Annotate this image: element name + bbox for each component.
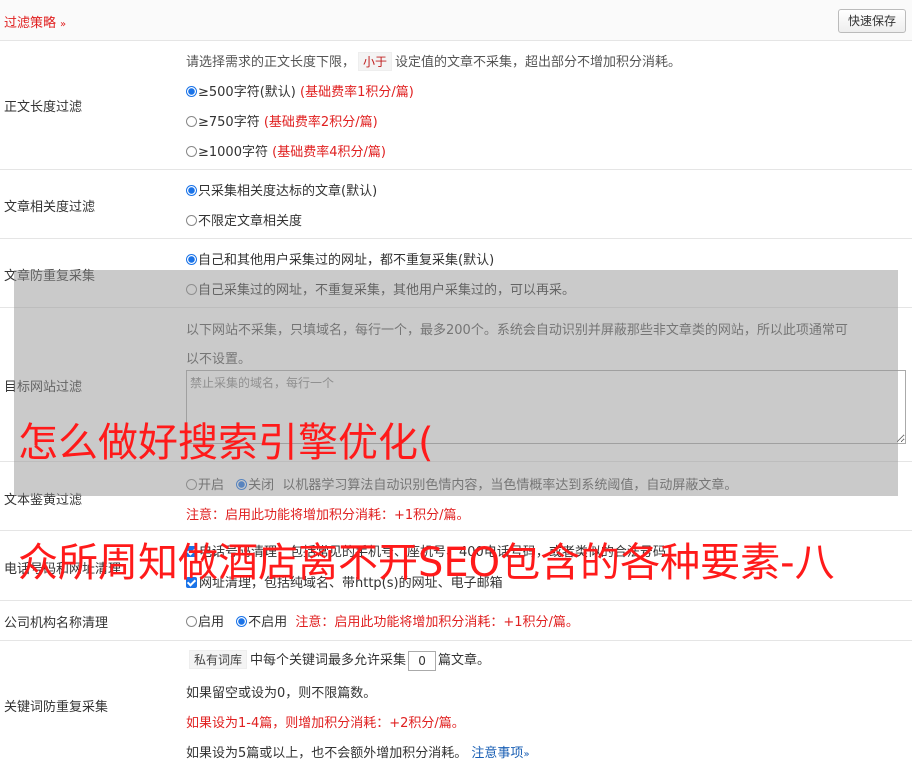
radio-checked-icon[interactable] bbox=[236, 616, 248, 627]
keyword-dup-line4: 如果设为5篇或以上，也不会额外增加积分消耗。 注意事项» bbox=[186, 746, 530, 761]
filter-strategy-header: 过滤策略» 快速保存 bbox=[0, 0, 912, 41]
org-on-option[interactable]: 启用 bbox=[186, 615, 224, 630]
relevance-option-any[interactable]: 不限定文章相关度 bbox=[186, 210, 302, 229]
relevance-option-strict[interactable]: 只采集相关度达标的文章(默认) bbox=[186, 180, 377, 199]
org-off-option[interactable]: 不启用 bbox=[236, 615, 287, 630]
radio-checked-icon[interactable] bbox=[186, 86, 197, 97]
less-than-tag: 小于 bbox=[358, 52, 393, 71]
length-option-500[interactable]: ≥500字符(默认) (基础费率1积分/篇) bbox=[186, 81, 414, 100]
radio-checked-icon[interactable] bbox=[186, 185, 197, 196]
private-lexicon-tag[interactable]: 私有词库 bbox=[189, 650, 248, 669]
dup-option-all[interactable]: 自己和其他用户采集过的网址，都不重复采集(默认) bbox=[186, 249, 494, 268]
section-title[interactable]: 过滤策略» bbox=[4, 12, 66, 31]
relevance-filter-row: 文章相关度过滤 只采集相关度达标的文章(默认) 不限定文章相关度 bbox=[0, 170, 912, 239]
org-clean-options: 启用 不启用 注意：启用此功能将增加积分消耗：+1积分/篇。 bbox=[186, 611, 579, 630]
keyword-dup-row: 关键词防重复采集 私有词库 中每个关键词最多允许采集 0 篇文章。 如果留空或设为0，… bbox=[0, 641, 912, 768]
length-filter-desc: 请选择需求的正文长度下限， 小于 设定值的文章不采集，超出部分不增加积分消耗。 bbox=[186, 51, 681, 71]
chevron-down-icon: » bbox=[523, 749, 530, 760]
relevance-filter-label: 文章相关度过滤 bbox=[4, 200, 96, 215]
radio-unchecked-icon[interactable] bbox=[186, 215, 197, 226]
keyword-dup-label: 关键词防重复采集 bbox=[4, 700, 109, 715]
keyword-dup-line2: 如果留空或设为0，则不限篇数。 bbox=[186, 686, 377, 701]
chevron-down-icon: » bbox=[60, 19, 67, 30]
porn-filter-note: 注意：启用此功能将增加积分消耗：+1积分/篇。 bbox=[186, 508, 470, 523]
org-clean-row: 公司机构名称清理 启用 不启用 注意：启用此功能将增加积分消耗：+1积分/篇。 bbox=[0, 601, 912, 641]
length-option-1000[interactable]: ≥1000字符 (基础费率4积分/篇) bbox=[186, 141, 386, 160]
keyword-dup-line1: 私有词库 中每个关键词最多允许采集 0 篇文章。 bbox=[186, 649, 490, 671]
max-articles-input[interactable]: 0 bbox=[408, 650, 437, 671]
length-option-750[interactable]: ≥750字符 (基础费率2积分/篇) bbox=[186, 111, 378, 130]
length-filter-row: 正文长度过滤 请选择需求的正文长度下限， 小于 设定值的文章不采集，超出部分不增加积… bbox=[0, 41, 912, 170]
quick-save-button[interactable]: 快速保存 bbox=[837, 9, 906, 33]
radio-unchecked-icon[interactable] bbox=[186, 116, 197, 127]
overlay-caption-2: 众所周知做酒店离不开SEO包含的各种要素-八 bbox=[18, 540, 835, 586]
radio-unchecked-icon[interactable] bbox=[186, 146, 197, 157]
keyword-dup-line3: 如果设为1-4篇，则增加积分消耗：+2积分/篇。 bbox=[186, 716, 465, 731]
section-title-text: 过滤策略 bbox=[4, 16, 57, 31]
radio-unchecked-icon[interactable] bbox=[186, 616, 197, 627]
radio-checked-icon[interactable] bbox=[186, 254, 197, 265]
overlay-caption-1: 怎么做好搜索引擎优化( bbox=[18, 420, 434, 466]
notes-link[interactable]: 注意事项» bbox=[471, 746, 529, 761]
length-filter-label: 正文长度过滤 bbox=[4, 100, 83, 115]
org-clean-label: 公司机构名称清理 bbox=[4, 616, 109, 631]
